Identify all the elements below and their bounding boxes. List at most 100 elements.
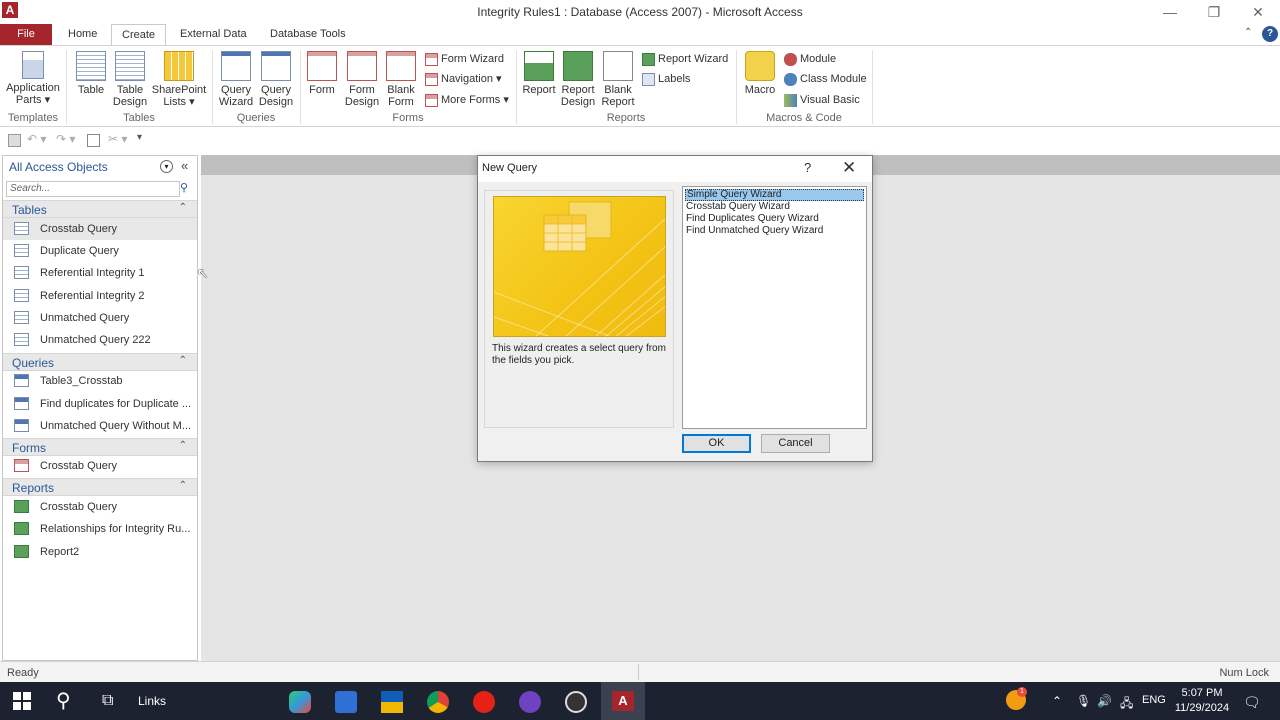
save-icon[interactable] [8, 134, 21, 147]
nav-query-item[interactable]: Table3_Crosstab [3, 370, 197, 392]
close-window-button[interactable]: ✕ [1238, 2, 1278, 22]
tab-create[interactable]: Create [111, 24, 167, 45]
collapse-chevron-icon[interactable]: ⌃ [179, 440, 187, 451]
num-lock-indicator: Num Lock [1219, 667, 1269, 679]
ok-button[interactable]: OK [682, 434, 751, 453]
form-wizard-button[interactable]: Form Wizard [425, 50, 504, 68]
media-player-icon[interactable] [519, 691, 541, 713]
access-taskbar-button[interactable]: A [601, 682, 645, 720]
section-reports[interactable]: Reports ⌃ [3, 478, 197, 496]
show-hidden-icons-icon[interactable]: ⌃ [1052, 694, 1062, 708]
form-button[interactable]: Form [304, 51, 340, 96]
nav-table-item[interactable]: Referential Integrity 1 [3, 262, 197, 284]
form-design-button[interactable]: Form Design [342, 51, 382, 108]
wizard-option-simple[interactable]: Simple Query Wizard [685, 189, 864, 201]
wizard-options-list[interactable]: Simple Query Wizard Crosstab Query Wizar… [682, 186, 867, 429]
sharepoint-lists-button[interactable]: SharePoint Lists ▾ [150, 51, 208, 108]
file-explorer-icon[interactable] [381, 691, 403, 713]
nav-report-item[interactable]: Relationships for Integrity Ru... [3, 518, 197, 540]
minimize-button[interactable]: — [1150, 2, 1190, 22]
query-design-button[interactable]: Query Design [256, 51, 296, 108]
dialog-title-bar[interactable]: New Query ? ✕ [478, 156, 872, 182]
wizard-option-find-unmatched[interactable]: Find Unmatched Query Wizard [685, 225, 864, 237]
collapse-chevron-icon[interactable]: ⌃ [179, 480, 187, 491]
cancel-button[interactable]: Cancel [761, 434, 830, 453]
module-button[interactable]: Module [784, 50, 836, 68]
table-button[interactable]: Table [72, 51, 110, 96]
clock[interactable]: 5:07 PM 11/29/2024 [1170, 686, 1234, 716]
network-icon[interactable]: 🖧 [1120, 694, 1133, 715]
wizard-option-find-duplicates[interactable]: Find Duplicates Query Wizard [685, 213, 864, 225]
report-design-button[interactable]: Report Design [558, 51, 598, 108]
dialog-close-icon[interactable]: ✕ [842, 158, 856, 178]
more-forms-icon [425, 93, 438, 107]
nav-form-item[interactable]: Crosstab Query [3, 455, 197, 477]
title-bar: A Integrity Rules1 : Database (Access 20… [0, 0, 1280, 24]
wizard-option-crosstab[interactable]: Crosstab Query Wizard [685, 201, 864, 213]
restore-button[interactable]: ❐ [1194, 2, 1234, 22]
tab-file[interactable]: File [0, 24, 52, 45]
nav-table-item[interactable]: Referential Integrity 2 [3, 285, 197, 307]
blank-report-button[interactable]: Blank Report [598, 51, 638, 108]
redo-icon[interactable]: ↷ ▾ [56, 132, 75, 146]
search-icon[interactable]: ⚲ [56, 691, 78, 713]
application-parts-button[interactable]: Application Parts ▾ [3, 51, 63, 106]
collapse-chevron-icon[interactable]: ⌃ [179, 355, 187, 366]
blank-form-button[interactable]: Blank Form [382, 51, 420, 108]
visual-basic-button[interactable]: Visual Basic [784, 91, 860, 109]
collapse-ribbon-icon[interactable]: ⌃ [1244, 27, 1252, 38]
report-label: Report [522, 84, 556, 96]
qat-dropdown-icon[interactable]: ▾ [137, 132, 142, 143]
customize-icon[interactable]: ✂ ▾ [108, 132, 127, 146]
tab-external-data[interactable]: External Data [170, 24, 257, 45]
new-document-icon[interactable] [87, 134, 100, 147]
language-indicator[interactable]: ENG [1142, 694, 1166, 706]
nav-report-item[interactable]: Crosstab Query [3, 496, 197, 518]
microphone-icon[interactable]: 🎙 [1076, 694, 1091, 708]
tab-database-tools[interactable]: Database Tools [260, 24, 356, 45]
copilot-icon[interactable] [289, 691, 311, 713]
nav-item-label: Duplicate Query [40, 245, 119, 257]
table-design-button[interactable]: Table Design [110, 51, 150, 108]
labels-button[interactable]: Labels [642, 70, 690, 88]
notification-center-icon[interactable]: 🗨 [1243, 694, 1261, 711]
undo-icon[interactable]: ↶ ▾ [27, 132, 46, 146]
store-icon[interactable] [335, 691, 357, 713]
collapse-chevron-icon[interactable]: ⌃ [179, 202, 187, 213]
nav-header[interactable]: All Access Objects ▾ « [3, 156, 197, 178]
taskbar-links-label[interactable]: Links [138, 694, 166, 708]
chrome-icon[interactable] [427, 691, 449, 713]
nav-query-item[interactable]: Find duplicates for Duplicate ... [3, 393, 197, 415]
navigation-button[interactable]: Navigation ▾ [425, 70, 502, 88]
report-button[interactable]: Report [520, 51, 558, 96]
nav-item-label: Find duplicates for Duplicate ... [40, 398, 192, 410]
nav-query-item[interactable]: Unmatched Query Without M... [3, 415, 197, 437]
task-view-icon[interactable]: ⧉ [102, 691, 124, 713]
class-module-icon [784, 72, 797, 86]
nav-report-item[interactable]: Report2 [3, 541, 197, 563]
nav-table-item[interactable]: Duplicate Query [3, 240, 197, 262]
dialog-help-icon[interactable]: ? [804, 160, 811, 175]
help-icon[interactable]: ? [1262, 26, 1278, 42]
section-forms[interactable]: Forms ⌃ [3, 438, 197, 456]
screen-recorder-icon[interactable] [565, 691, 587, 713]
more-forms-button[interactable]: More Forms ▾ [425, 91, 509, 109]
nav-table-item[interactable]: Unmatched Query [3, 307, 197, 329]
windows-start-icon[interactable] [12, 691, 34, 713]
class-module-button[interactable]: Class Module [784, 70, 867, 88]
dialog-title: New Query [482, 162, 538, 174]
nav-menu-dropdown-icon[interactable]: ▾ [160, 160, 173, 173]
shutter-bar-close-icon[interactable]: « [181, 158, 188, 173]
search-icon[interactable]: ⚲ [180, 181, 188, 194]
report-wizard-button[interactable]: Report Wizard [642, 50, 728, 68]
nav-table-item[interactable]: Unmatched Query 222 [3, 329, 197, 351]
youtube-icon[interactable] [473, 691, 495, 713]
volume-icon[interactable]: 🔊 [1097, 694, 1112, 708]
nav-search-input[interactable]: Search... [6, 181, 180, 197]
section-queries[interactable]: Queries ⌃ [3, 353, 197, 371]
tab-home[interactable]: Home [58, 24, 107, 45]
section-tables[interactable]: Tables ⌃ [3, 200, 197, 218]
query-wizard-button[interactable]: Query Wizard [216, 51, 256, 108]
macro-button[interactable]: Macro [740, 51, 780, 96]
nav-table-item[interactable]: Crosstab Query [3, 218, 197, 240]
